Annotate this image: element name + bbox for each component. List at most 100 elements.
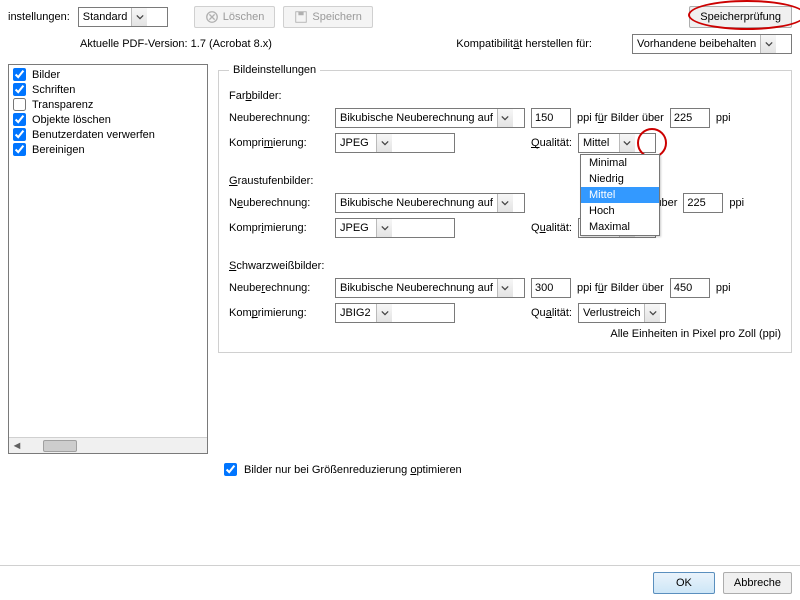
chevron-down-icon	[497, 194, 513, 212]
chevron-down-icon	[376, 219, 392, 237]
gray-compress-select[interactable]: JPEG	[335, 218, 455, 238]
compat-value: Vorhandene beibehalten	[633, 38, 760, 50]
quality-label: Qualität:	[531, 222, 572, 234]
sidebar-hscrollbar[interactable]: ◄	[9, 437, 207, 453]
sidebar-check[interactable]	[13, 68, 26, 81]
save-label: Speichern	[312, 11, 362, 23]
settings-select[interactable]: Standard	[78, 7, 168, 27]
scroll-left-icon[interactable]: ◄	[9, 439, 25, 453]
cancel-label: Abbreche	[734, 577, 781, 589]
category-list: Bilder Schriften Transparenz Objekte lös…	[9, 65, 207, 437]
bw-recalc-select[interactable]: Bikubische Neuberechnung auf	[335, 278, 525, 298]
chevron-down-icon	[619, 134, 635, 152]
chevron-down-icon	[376, 134, 392, 152]
bw-title: Schwarzweißbilder:	[229, 260, 781, 272]
color-ppi1-input[interactable]	[531, 108, 571, 128]
gray-recalc-select[interactable]: Bikubische Neuberechnung auf	[335, 193, 525, 213]
settings-label: instellungen:	[8, 11, 70, 23]
recalc-label: Neuberechnung:	[229, 197, 329, 209]
quality-option[interactable]: Hoch	[581, 203, 659, 219]
ppi-unit: ppi	[729, 197, 744, 209]
compress-label: Komprimierung:	[229, 307, 329, 319]
delete-label: Löschen	[223, 11, 265, 23]
scroll-thumb[interactable]	[43, 440, 77, 452]
sidebar-item-label: Transparenz	[32, 99, 93, 111]
save-icon	[294, 10, 308, 24]
select-value: JBIG2	[336, 307, 376, 319]
fieldset-legend: Bildeinstellungen	[229, 64, 320, 76]
quality-option[interactable]: Minimal	[581, 155, 659, 171]
recalc-label: Neuberechnung:	[229, 112, 329, 124]
sidebar-item-transparenz[interactable]: Transparenz	[11, 97, 205, 112]
sidebar-item-bilder[interactable]: Bilder	[11, 67, 205, 82]
select-value: Bikubische Neuberechnung auf	[336, 282, 497, 294]
compat-select[interactable]: Vorhandene beibehalten	[632, 34, 792, 54]
sidebar-check[interactable]	[13, 83, 26, 96]
ppi-unit: ppi	[716, 282, 731, 294]
select-value: Verlustreich	[579, 307, 644, 319]
compress-label: Komprimierung:	[229, 137, 329, 149]
select-value: JPEG	[336, 222, 376, 234]
quality-label: Qualität:	[531, 137, 572, 149]
bw-quality-select[interactable]: Verlustreich	[578, 303, 666, 323]
sidebar-check[interactable]	[13, 98, 26, 111]
select-value: Bikubische Neuberechnung auf	[336, 112, 497, 124]
quality-option-selected[interactable]: Mittel	[581, 187, 659, 203]
memory-check-button[interactable]: Speicherprüfung	[689, 6, 792, 28]
delete-button: Löschen	[194, 6, 276, 28]
over-label: ppi für Bilder über	[577, 112, 664, 124]
compat-label: Kompatibilität herstellen für:	[456, 38, 592, 50]
quality-dropdown-list[interactable]: Minimal Niedrig Mittel Hoch Maximal	[580, 154, 660, 236]
optimize-label: Bilder nur bei Größenreduzierung optimie…	[244, 464, 462, 476]
ppi-unit: ppi	[716, 112, 731, 124]
select-value: JPEG	[336, 137, 376, 149]
gray-ppi2-input[interactable]	[683, 193, 723, 213]
sidebar-item-objekte[interactable]: Objekte löschen	[11, 112, 205, 127]
image-settings-fieldset: Bildeinstellungen Farbbilder: Neuberechn…	[218, 64, 792, 353]
sidebar-check[interactable]	[13, 128, 26, 141]
sidebar-item-label: Schriften	[32, 84, 75, 96]
category-sidebar: Bilder Schriften Transparenz Objekte lös…	[8, 64, 208, 454]
settings-value: Standard	[79, 11, 132, 23]
over-label: ppi für Bilder über	[577, 282, 664, 294]
cancel-button[interactable]: Abbreche	[723, 572, 792, 594]
sidebar-item-benutzerdaten[interactable]: Benutzerdaten verwerfen	[11, 127, 205, 142]
optimize-checkbox[interactable]	[224, 463, 237, 476]
sidebar-item-schriften[interactable]: Schriften	[11, 82, 205, 97]
sidebar-item-bereinigen[interactable]: Bereinigen	[11, 142, 205, 157]
color-title: Farbbilder:	[229, 90, 781, 102]
select-value: Mittel	[579, 137, 619, 149]
units-note: Alle Einheiten in Pixel pro Zoll (ppi)	[229, 328, 781, 340]
compress-label: Komprimierung:	[229, 222, 329, 234]
sidebar-check[interactable]	[13, 143, 26, 156]
save-button: Speichern	[283, 6, 373, 28]
color-recalc-select[interactable]: Bikubische Neuberechnung auf	[335, 108, 525, 128]
sidebar-item-label: Benutzerdaten verwerfen	[32, 129, 155, 141]
quality-label: Qualität:	[531, 307, 572, 319]
bw-compress-select[interactable]: JBIG2	[335, 303, 455, 323]
sidebar-item-label: Objekte löschen	[32, 114, 111, 126]
color-compress-select[interactable]: JPEG	[335, 133, 455, 153]
bw-ppi2-input[interactable]	[670, 278, 710, 298]
sidebar-check[interactable]	[13, 113, 26, 126]
pdf-version-label: Aktuelle PDF-Version: 1.7 (Acrobat 8.x)	[80, 38, 272, 50]
chevron-down-icon	[497, 109, 513, 127]
quality-option[interactable]: Maximal	[581, 219, 659, 235]
chevron-down-icon	[644, 304, 660, 322]
chevron-down-icon	[760, 35, 776, 53]
ok-button[interactable]: OK	[653, 572, 715, 594]
sidebar-item-label: Bereinigen	[32, 144, 85, 156]
ok-label: OK	[676, 577, 692, 589]
select-value: Bikubische Neuberechnung auf	[336, 197, 497, 209]
dialog-footer: OK Abbreche	[0, 565, 800, 600]
sidebar-item-label: Bilder	[32, 69, 60, 81]
recalc-label: Neuberechnung:	[229, 282, 329, 294]
gray-title: Graustufenbilder:	[229, 175, 781, 187]
color-quality-select[interactable]: Mittel	[578, 133, 656, 153]
chevron-down-icon	[497, 279, 513, 297]
chevron-down-icon	[376, 304, 392, 322]
color-ppi2-input[interactable]	[670, 108, 710, 128]
bw-ppi1-input[interactable]	[531, 278, 571, 298]
memory-check-label: Speicherprüfung	[700, 11, 781, 23]
quality-option[interactable]: Niedrig	[581, 171, 659, 187]
